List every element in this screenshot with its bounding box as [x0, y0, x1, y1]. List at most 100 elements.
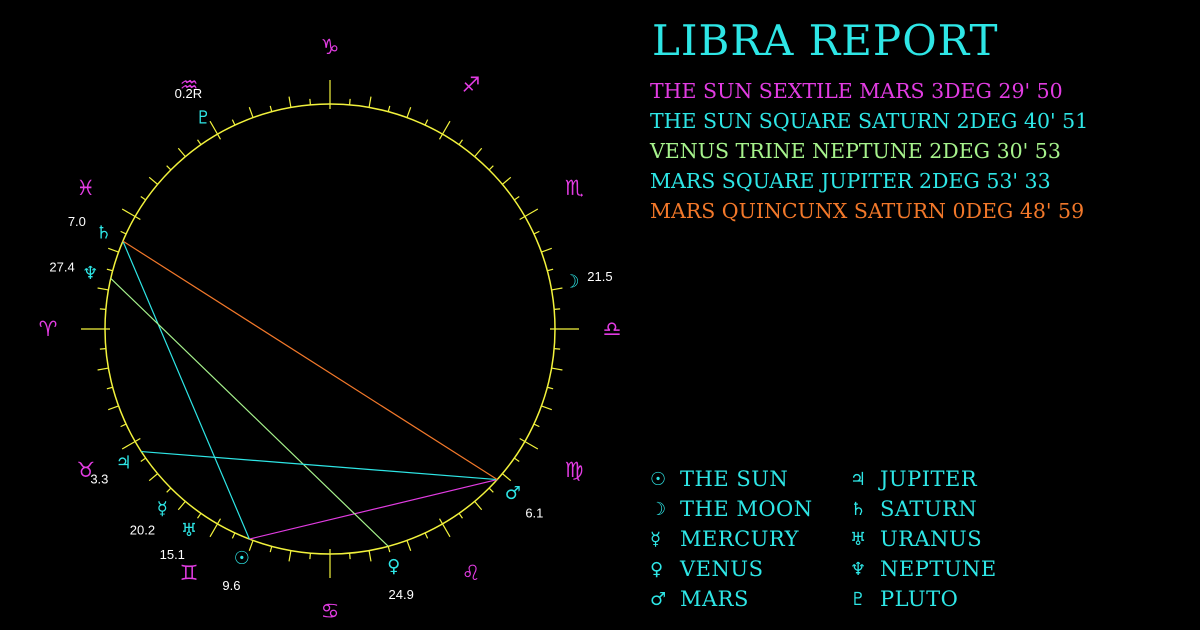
tick-mark — [197, 512, 202, 519]
aspect-list: THE SUN SEXTILE MARS 3DEG 29' 50 THE SUN … — [650, 76, 1088, 226]
tick-mark — [458, 512, 463, 519]
tick-mark — [177, 147, 186, 158]
tick-mark — [231, 119, 236, 126]
tick-mark — [288, 550, 292, 562]
legend-mercury-icon: ☿ — [650, 528, 662, 550]
degree-label-pluto: 0.2R — [175, 86, 202, 101]
tick-mark — [458, 139, 463, 146]
tick-mark — [519, 208, 539, 221]
legend-label: MARS — [680, 587, 749, 611]
tick-mark — [488, 165, 494, 171]
planet-legend: ☉ THE SUN ☽ THE MOON ☿ MERCURY ♀ VENUS ♂ MARS ♃ JUP… — [650, 464, 1070, 614]
tick-mark — [269, 105, 273, 112]
sign-aries-icon: ♈ — [39, 317, 58, 341]
legend-item: ♀ VENUS — [650, 554, 763, 584]
tick-mark — [197, 139, 202, 146]
degree-label-sun: 9.6 — [222, 578, 240, 593]
tick-mark — [120, 230, 127, 235]
planet-neptune-icon: ♆ — [82, 263, 98, 284]
legend-label: MERCURY — [680, 527, 799, 551]
tick-mark — [474, 147, 483, 158]
legend-item: ♃ JUPITER — [850, 464, 977, 494]
sign-leo-icon: ♌ — [462, 561, 481, 585]
tick-mark — [166, 165, 172, 171]
tick-mark — [288, 96, 292, 108]
tick-mark — [97, 287, 109, 291]
aspect-text: THE SUN SEXTILE MARS 3DEG 29' 50 — [650, 79, 1063, 103]
tick-mark — [551, 287, 563, 291]
legend-pluto-icon: ♇ — [850, 588, 867, 610]
tick-mark — [501, 473, 512, 482]
legend-venus-icon: ♀ — [650, 558, 664, 580]
tick-mark — [106, 268, 113, 272]
aspect-text: VENUS TRINE NEPTUNE 2DEG 30' 53 — [650, 139, 1061, 163]
tick-mark — [387, 105, 391, 112]
legend-item: ♄ SATURN — [850, 494, 977, 524]
tick-mark — [554, 308, 561, 310]
aspect-text: MARS QUINCUNX SATURN 0DEG 48' 59 — [650, 199, 1085, 223]
legend-item: ☿ MERCURY — [650, 524, 799, 554]
tick-mark — [501, 176, 512, 185]
tick-mark — [269, 546, 273, 553]
planet-jupiter-icon: ♃ — [116, 452, 132, 473]
legend-jupiter-icon: ♃ — [850, 468, 867, 490]
legend-label: THE MOON — [680, 497, 813, 521]
tick-mark — [424, 119, 429, 126]
tick-mark — [148, 176, 159, 185]
planet-mars-icon: ♂ — [505, 483, 521, 504]
report-title: LIBRA REPORT — [652, 16, 999, 65]
tick-mark — [547, 386, 554, 390]
degree-label-saturn: 7.0 — [68, 214, 86, 229]
legend-uranus-icon: ♅ — [850, 528, 867, 550]
tick-mark — [547, 268, 554, 272]
tick-mark — [533, 230, 540, 235]
tick-mark — [513, 196, 520, 201]
tick-mark — [533, 423, 540, 428]
tick-mark — [438, 120, 451, 140]
tick-mark — [554, 348, 561, 350]
legend-item: ♂ MARS — [650, 584, 749, 614]
legend-the-sun-icon: ☉ — [650, 468, 667, 490]
tick-mark — [177, 500, 186, 511]
tick-mark — [349, 553, 351, 560]
tick-mark — [387, 546, 391, 553]
legend-the-moon-icon: ☽ — [650, 498, 667, 520]
planet-degree-labels: 9.6 21.5 20.2 24.9 6.1 3.3 7.0 15.1 27.4 0.2R — [49, 86, 612, 602]
planet-uranus-icon: ♅ — [181, 520, 197, 541]
degree-label-moon: 21.5 — [587, 269, 612, 284]
aspect-lines — [110, 240, 498, 547]
tick-mark — [474, 500, 483, 511]
tick-mark — [209, 518, 222, 538]
sign-gemini-icon: ♊ — [180, 561, 199, 585]
degree-label-jupiter: 3.3 — [90, 471, 108, 486]
legend-saturn-icon: ♄ — [850, 498, 867, 520]
aspect-line-sun-mars — [249, 478, 498, 540]
planet-moon-icon: ☽ — [563, 272, 579, 293]
tick-mark — [406, 107, 412, 118]
degree-label-venus: 24.9 — [389, 587, 414, 602]
sign-pisces-icon: ♓ — [76, 176, 95, 200]
aspect-line-mars-saturn — [122, 240, 498, 481]
sign-cancer-icon: ♋ — [321, 599, 340, 623]
tick-mark — [120, 423, 127, 428]
tick-mark — [309, 98, 311, 105]
tick-mark — [140, 457, 147, 462]
tick-mark — [209, 120, 222, 140]
legend-item: ☉ THE SUN — [650, 464, 788, 494]
tick-mark — [148, 473, 159, 482]
degree-label-mercury: 20.2 — [130, 523, 155, 538]
tick-mark — [551, 367, 563, 371]
planet-markers: ☉ ☽ ☿ ♀ ♂ ♃ ♄ ♅ ♆ ♇ — [82, 108, 579, 577]
tick-mark — [108, 247, 119, 253]
legend-label: NEPTUNE — [880, 557, 997, 581]
planet-sun-icon: ☉ — [234, 548, 250, 569]
sign-libra-icon: ♎ — [603, 317, 622, 341]
tick-mark — [541, 405, 552, 411]
degree-label-mars: 6.1 — [525, 506, 543, 521]
legend-neptune-icon: ♆ — [850, 558, 867, 580]
tick-mark — [513, 457, 520, 462]
zodiac-signs: ♈♉♊♋♌♍♎♏♐♑♒♓ — [39, 35, 622, 623]
natal-chart-wheel: ♈♉♊♋♌♍♎♏♐♑♒♓ ☉☽☿♀♂♃♄♅♆♇ 9.621.520.224.96… — [39, 35, 622, 623]
legend-item: ☽ THE MOON — [650, 494, 813, 524]
planet-mercury-icon: ☿ — [157, 498, 168, 519]
